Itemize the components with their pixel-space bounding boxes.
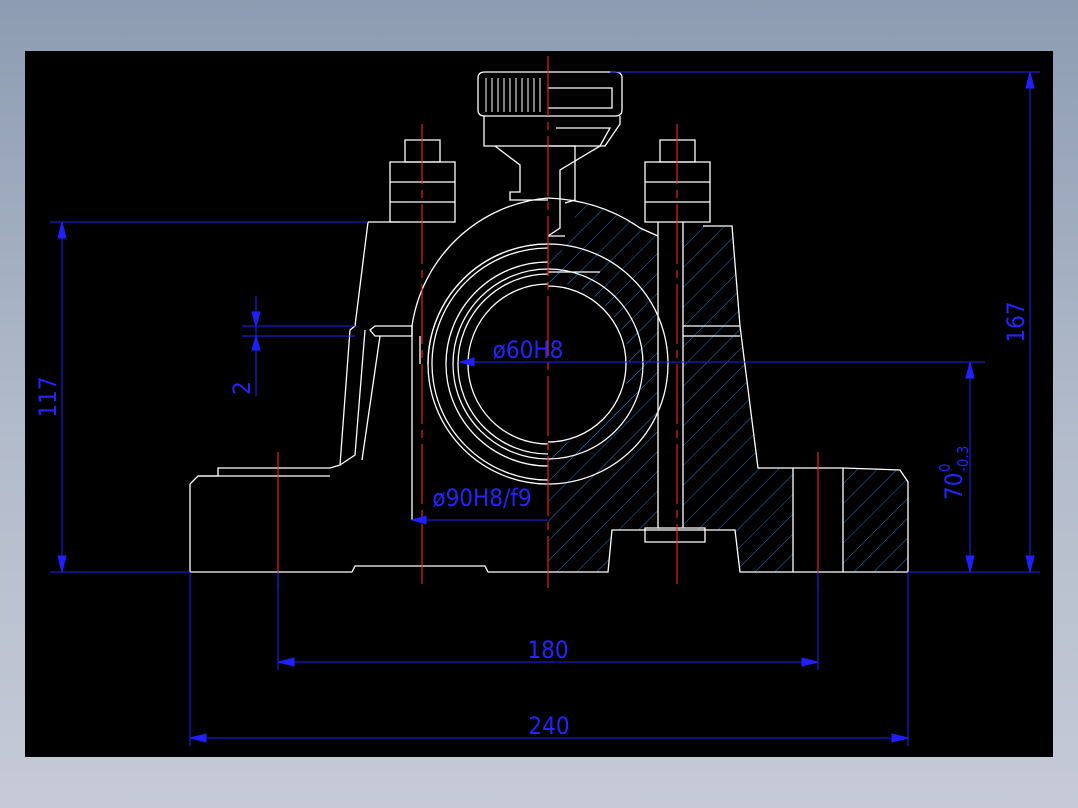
dim-bolt-spacing: 180 (527, 636, 568, 664)
dim-base-to-center: 70 0 -0.3 (936, 446, 972, 500)
dim-split-gap: 2 (228, 381, 256, 395)
dim-overall-width: 240 (528, 712, 569, 740)
dim-base-to-center-lower-tol: -0.3 (954, 446, 972, 472)
dim-housing-bore: ø90H8/f9 (432, 484, 531, 512)
dim-center-height: 117 (34, 376, 62, 417)
bearing-housing-drawing: 240 180 167 117 2 ø60H8 ø90H8/f9 70 0 -0… (34, 56, 1040, 746)
dim-overall-height: 167 (1002, 301, 1030, 342)
drawing-canvas: 240 180 167 117 2 ø60H8 ø90H8/f9 70 0 -0… (25, 51, 1053, 757)
dim-base-to-center-main: 70 (940, 473, 968, 500)
dim-bore: ø60H8 (493, 336, 564, 364)
dim-base-to-center-upper-tol: 0 (936, 463, 954, 472)
